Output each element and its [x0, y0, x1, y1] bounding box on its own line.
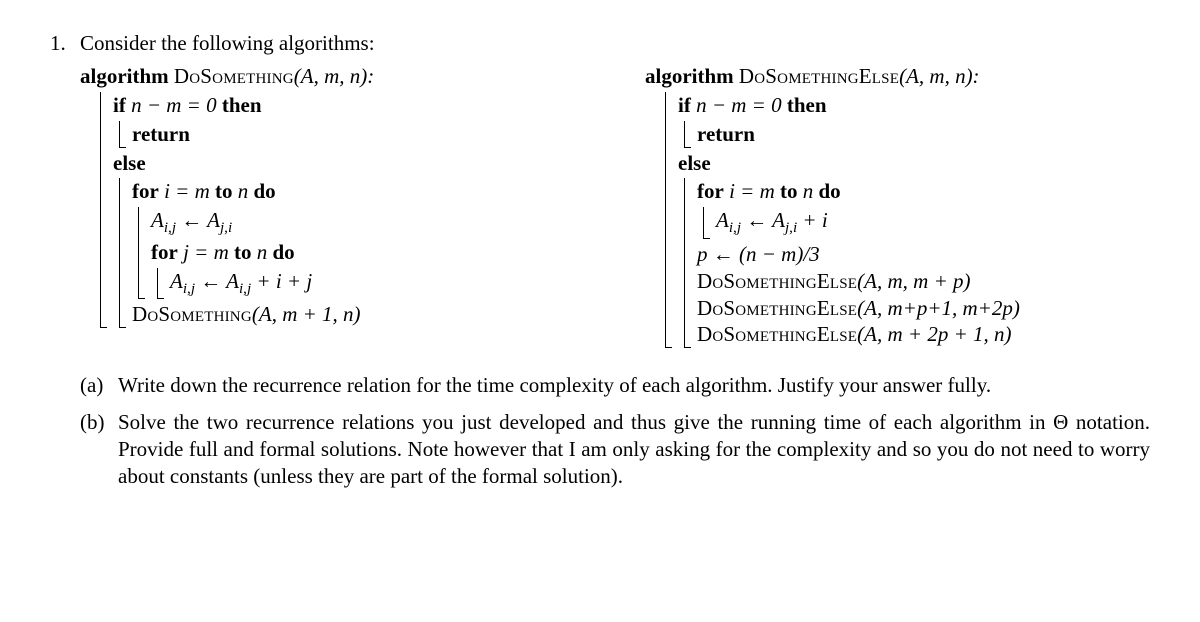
algo1-if: if n − m = 0 then [113, 92, 585, 119]
problem-number: 1. [50, 30, 80, 500]
algo1-else: else [113, 151, 146, 175]
algo2-assign1: Ai,j ← Aj,i + i [716, 207, 1150, 239]
algo2-rec1: DoSomethingElse(A, m, m + p) [697, 268, 1150, 295]
algo1-for-j-body: Ai,j ← Ai,j + i + j [157, 268, 585, 300]
part-a: (a) Write down the recurrence relation f… [80, 372, 1150, 399]
algorithm-dosomething: algorithm DoSomething(A, m, n): if n − m… [80, 63, 585, 350]
algo1-body: if n − m = 0 then return else for i = m … [100, 92, 585, 328]
algo2-if: if n − m = 0 then [678, 92, 1150, 119]
algo1-assign1: Ai,j ← Aj,i [151, 207, 585, 239]
algo2-else-body: for i = m to n do Ai,j ← Aj,i + i p ← (n… [684, 178, 1150, 348]
algo2-p-assign: p ← (n − m)/3 [697, 241, 1150, 268]
part-a-label: (a) [80, 372, 118, 399]
part-b-label: (b) [80, 409, 118, 490]
algo2-body: if n − m = 0 then return else for i = m … [665, 92, 1150, 349]
algo1-for-i: for i = m to n do [132, 178, 585, 205]
part-a-text: Write down the recurrence relation for t… [118, 372, 1150, 399]
subparts: (a) Write down the recurrence relation f… [80, 372, 1150, 490]
algo2-return: return [697, 122, 755, 146]
algorithms-row: algorithm DoSomething(A, m, n): if n − m… [80, 63, 1150, 350]
problem-body: Consider the following algorithms: algor… [80, 30, 1150, 500]
algo2-header: algorithm DoSomethingElse(A, m, n): [645, 63, 1150, 90]
algo1-return: return [132, 122, 190, 146]
algo1-else-body: for i = m to n do Ai,j ← Aj,i for j = m … [119, 178, 585, 328]
algo2-rec2: DoSomethingElse(A, m+p+1, m+2p) [697, 295, 1150, 322]
algo2-then-body: return [684, 121, 1150, 148]
algorithm-dosomethingelse: algorithm DoSomethingElse(A, m, n): if n… [645, 63, 1150, 350]
algo1-assign2: Ai,j ← Ai,j + i + j [170, 268, 585, 300]
algo1-then-body: return [119, 121, 585, 148]
algo2-rec3: DoSomethingElse(A, m + 2p + 1, n) [697, 321, 1150, 348]
part-b: (b) Solve the two recurrence relations y… [80, 409, 1150, 490]
algo1-rec-call: DoSomething(A, m + 1, n) [132, 301, 585, 328]
problem-1: 1. Consider the following algorithms: al… [50, 30, 1150, 500]
algo2-for-i-body: Ai,j ← Aj,i + i [703, 207, 1150, 239]
algo2-for-i: for i = m to n do [697, 178, 1150, 205]
intro-text: Consider the following algorithms: [80, 30, 1150, 57]
algo1-for-j: for j = m to n do [151, 239, 585, 266]
algo1-for-i-body: Ai,j ← Aj,i for j = m to n do Ai,j ← Ai,… [138, 207, 585, 299]
algo2-else: else [678, 151, 711, 175]
algo1-header: algorithm DoSomething(A, m, n): [80, 63, 585, 90]
part-b-text: Solve the two recurrence relations you j… [118, 409, 1150, 490]
